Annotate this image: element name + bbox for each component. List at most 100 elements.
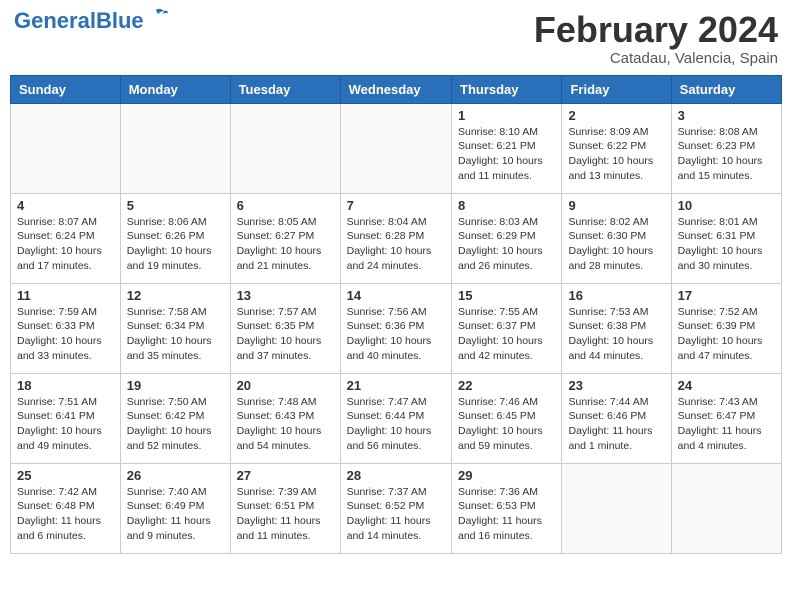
calendar-cell — [120, 103, 230, 193]
calendar-table: SundayMondayTuesdayWednesdayThursdayFrid… — [10, 75, 782, 554]
calendar-cell: 3Sunrise: 8:08 AM Sunset: 6:23 PM Daylig… — [671, 103, 781, 193]
day-info: Sunrise: 7:39 AM Sunset: 6:51 PM Dayligh… — [237, 485, 334, 544]
calendar-cell — [562, 463, 671, 553]
day-info: Sunrise: 7:59 AM Sunset: 6:33 PM Dayligh… — [17, 305, 114, 364]
calendar-cell: 2Sunrise: 8:09 AM Sunset: 6:22 PM Daylig… — [562, 103, 671, 193]
calendar-cell: 21 Sunrise: 7:47 AM Sunset: 6:44 PM Dayli… — [340, 373, 451, 463]
day-of-week-header: Monday — [120, 75, 230, 103]
calendar-cell: 5 Sunrise: 8:06 AM Sunset: 6:26 PM Daylig… — [120, 193, 230, 283]
day-number: 7 — [347, 198, 445, 213]
calendar-cell: 23 Sunrise: 7:44 AM Sunset: 6:46 PM Dayli… — [562, 373, 671, 463]
day-number: 4 — [17, 198, 114, 213]
day-info: Sunrise: 7:40 AM Sunset: 6:49 PM Dayligh… — [127, 485, 224, 544]
calendar-cell: 9 Sunrise: 8:02 AM Sunset: 6:30 PM Daylig… — [562, 193, 671, 283]
day-info: Sunrise: 7:55 AM Sunset: 6:37 PM Dayligh… — [458, 305, 555, 364]
calendar-cell — [340, 103, 451, 193]
calendar-cell: 10 Sunrise: 8:01 AM Sunset: 6:31 PM Dayli… — [671, 193, 781, 283]
day-info: Sunrise: 8:07 AM Sunset: 6:24 PM Dayligh… — [17, 215, 114, 274]
day-number: 23 — [568, 378, 664, 393]
calendar-header-row: SundayMondayTuesdayWednesdayThursdayFrid… — [11, 75, 782, 103]
calendar-cell: 24 Sunrise: 7:43 AM Sunset: 6:47 PM Dayli… — [671, 373, 781, 463]
calendar-cell: 1 Sunrise: 8:10 AM Sunset: 6:21 PM Daylig… — [452, 103, 562, 193]
day-of-week-header: Thursday — [452, 75, 562, 103]
day-info: Sunrise: 7:57 AM Sunset: 6:35 PM Dayligh… — [237, 305, 334, 364]
day-number: 26 — [127, 468, 224, 483]
calendar-cell: 15Sunrise: 7:55 AM Sunset: 6:37 PM Dayli… — [452, 283, 562, 373]
calendar-cell: 19Sunrise: 7:50 AM Sunset: 6:42 PM Dayli… — [120, 373, 230, 463]
day-info: Sunrise: 7:47 AM Sunset: 6:44 PM Dayligh… — [347, 395, 445, 454]
day-number: 20 — [237, 378, 334, 393]
day-info: Sunrise: 8:01 AM Sunset: 6:31 PM Dayligh… — [678, 215, 775, 274]
day-info: Sunrise: 7:48 AM Sunset: 6:43 PM Dayligh… — [237, 395, 334, 454]
week-row: 4 Sunrise: 8:07 AM Sunset: 6:24 PM Daylig… — [11, 193, 782, 283]
day-of-week-header: Wednesday — [340, 75, 451, 103]
logo-text: GeneralBlue — [14, 10, 144, 32]
calendar-cell: 11 Sunrise: 7:59 AM Sunset: 6:33 PM Dayli… — [11, 283, 121, 373]
day-number: 13 — [237, 288, 334, 303]
day-info: Sunrise: 7:37 AM Sunset: 6:52 PM Dayligh… — [347, 485, 445, 544]
calendar-cell — [11, 103, 121, 193]
day-info: Sunrise: 8:02 AM Sunset: 6:30 PM Dayligh… — [568, 215, 664, 274]
week-row: 1 Sunrise: 8:10 AM Sunset: 6:21 PM Daylig… — [11, 103, 782, 193]
day-number: 21 — [347, 378, 445, 393]
calendar-cell: 4 Sunrise: 8:07 AM Sunset: 6:24 PM Daylig… — [11, 193, 121, 283]
calendar-cell — [671, 463, 781, 553]
day-number: 6 — [237, 198, 334, 213]
calendar-cell: 29Sunrise: 7:36 AM Sunset: 6:53 PM Dayli… — [452, 463, 562, 553]
calendar-cell: 18Sunrise: 7:51 AM Sunset: 6:41 PM Dayli… — [11, 373, 121, 463]
day-number: 27 — [237, 468, 334, 483]
day-of-week-header: Saturday — [671, 75, 781, 103]
day-number: 1 — [458, 108, 555, 123]
day-info: Sunrise: 7:42 AM Sunset: 6:48 PM Dayligh… — [17, 485, 114, 544]
week-row: 11 Sunrise: 7:59 AM Sunset: 6:33 PM Dayli… — [11, 283, 782, 373]
day-number: 16 — [568, 288, 664, 303]
calendar-cell: 20 Sunrise: 7:48 AM Sunset: 6:43 PM Dayli… — [230, 373, 340, 463]
day-info: Sunrise: 7:44 AM Sunset: 6:46 PM Dayligh… — [568, 395, 664, 454]
logo: GeneralBlue — [14, 10, 168, 32]
day-number: 28 — [347, 468, 445, 483]
logo-bird-icon — [146, 8, 168, 24]
page-header: GeneralBlue February 2024 Catadau, Valen… — [10, 10, 782, 67]
calendar-cell: 17 Sunrise: 7:52 AM Sunset: 6:39 PM Dayli… — [671, 283, 781, 373]
day-info: Sunrise: 8:10 AM Sunset: 6:21 PM Dayligh… — [458, 125, 555, 184]
day-info: Sunrise: 7:58 AM Sunset: 6:34 PM Dayligh… — [127, 305, 224, 364]
day-number: 9 — [568, 198, 664, 213]
week-row: 25 Sunrise: 7:42 AM Sunset: 6:48 PM Dayli… — [11, 463, 782, 553]
day-number: 2 — [568, 108, 664, 123]
calendar-cell: 12 Sunrise: 7:58 AM Sunset: 6:34 PM Dayli… — [120, 283, 230, 373]
day-of-week-header: Sunday — [11, 75, 121, 103]
calendar-cell: 8 Sunrise: 8:03 AM Sunset: 6:29 PM Daylig… — [452, 193, 562, 283]
day-number: 18 — [17, 378, 114, 393]
calendar-cell: 27 Sunrise: 7:39 AM Sunset: 6:51 PM Dayli… — [230, 463, 340, 553]
day-of-week-header: Tuesday — [230, 75, 340, 103]
day-number: 24 — [678, 378, 775, 393]
calendar-cell: 14Sunrise: 7:56 AM Sunset: 6:36 PM Dayli… — [340, 283, 451, 373]
day-number: 8 — [458, 198, 555, 213]
title-block: February 2024 Catadau, Valencia, Spain — [534, 10, 778, 67]
day-info: Sunrise: 7:46 AM Sunset: 6:45 PM Dayligh… — [458, 395, 555, 454]
day-of-week-header: Friday — [562, 75, 671, 103]
day-info: Sunrise: 7:52 AM Sunset: 6:39 PM Dayligh… — [678, 305, 775, 364]
calendar-cell: 13 Sunrise: 7:57 AM Sunset: 6:35 PM Dayli… — [230, 283, 340, 373]
day-info: Sunrise: 7:36 AM Sunset: 6:53 PM Dayligh… — [458, 485, 555, 544]
day-number: 11 — [17, 288, 114, 303]
day-number: 25 — [17, 468, 114, 483]
day-number: 5 — [127, 198, 224, 213]
calendar-cell: 22 Sunrise: 7:46 AM Sunset: 6:45 PM Dayli… — [452, 373, 562, 463]
day-info: Sunrise: 8:03 AM Sunset: 6:29 PM Dayligh… — [458, 215, 555, 274]
calendar-cell: 6 Sunrise: 8:05 AM Sunset: 6:27 PM Daylig… — [230, 193, 340, 283]
day-info: Sunrise: 8:05 AM Sunset: 6:27 PM Dayligh… — [237, 215, 334, 274]
day-info: Sunrise: 7:43 AM Sunset: 6:47 PM Dayligh… — [678, 395, 775, 454]
day-number: 17 — [678, 288, 775, 303]
day-info: Sunrise: 8:06 AM Sunset: 6:26 PM Dayligh… — [127, 215, 224, 274]
calendar-cell: 28 Sunrise: 7:37 AM Sunset: 6:52 PM Dayli… — [340, 463, 451, 553]
day-number: 22 — [458, 378, 555, 393]
day-info: Sunrise: 8:04 AM Sunset: 6:28 PM Dayligh… — [347, 215, 445, 274]
calendar-cell: 25 Sunrise: 7:42 AM Sunset: 6:48 PM Dayli… — [11, 463, 121, 553]
day-number: 10 — [678, 198, 775, 213]
calendar-cell: 7 Sunrise: 8:04 AM Sunset: 6:28 PM Daylig… — [340, 193, 451, 283]
location: Catadau, Valencia, Spain — [534, 50, 778, 67]
day-info: Sunrise: 7:56 AM Sunset: 6:36 PM Dayligh… — [347, 305, 445, 364]
calendar-cell: 16Sunrise: 7:53 AM Sunset: 6:38 PM Dayli… — [562, 283, 671, 373]
day-number: 12 — [127, 288, 224, 303]
